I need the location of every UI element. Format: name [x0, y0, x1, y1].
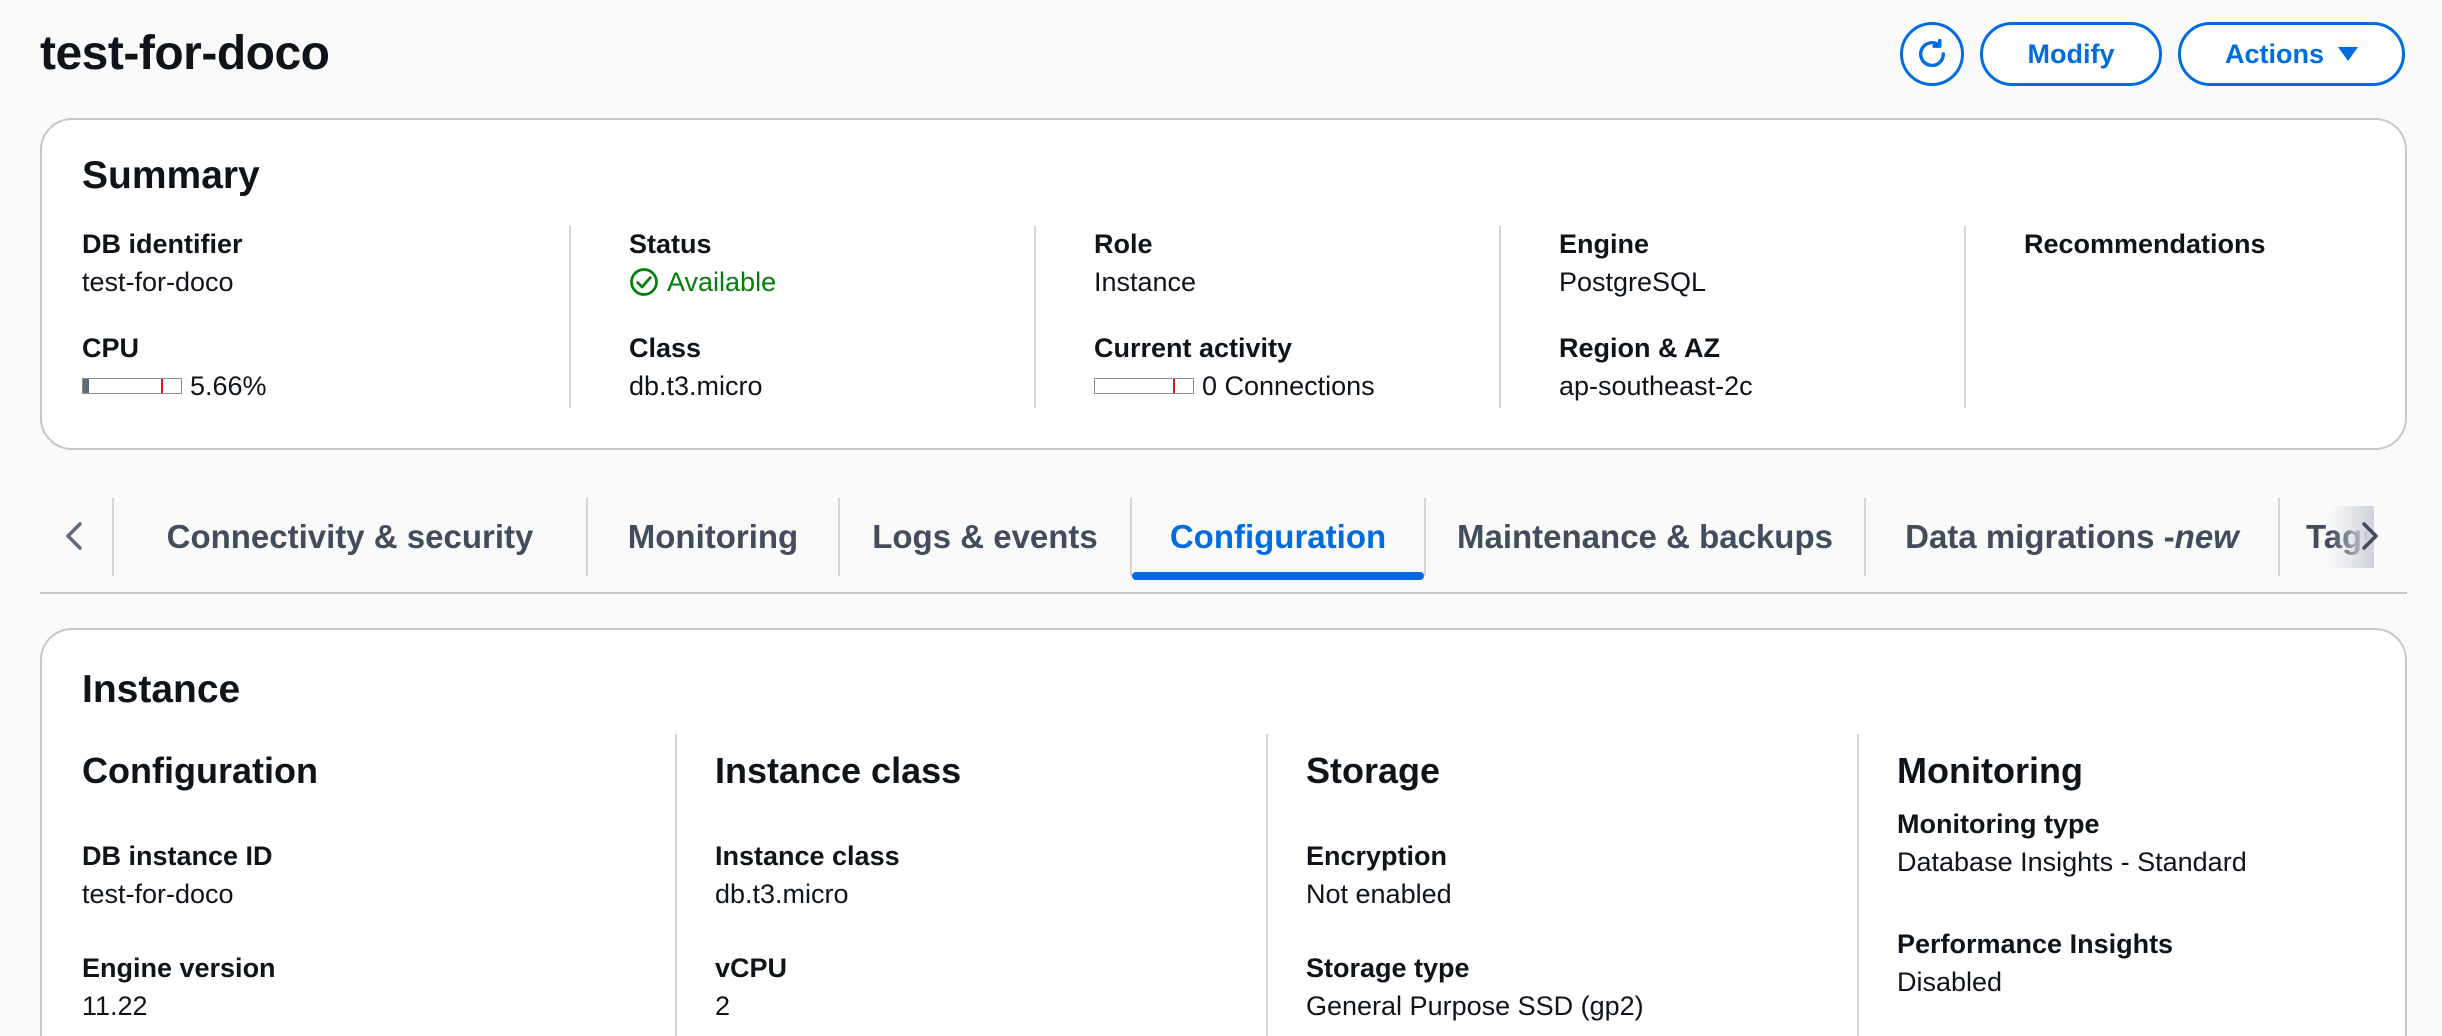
modify-button[interactable]: Modify [1980, 22, 2162, 86]
header-actions: Modify Actions [1900, 22, 2405, 86]
engine-version-field: Engine version 11.22 [82, 950, 276, 1026]
instance-class-column: Instance class Instance class db.t3.micr… [675, 734, 1266, 1036]
db-instance-id-value: test-for-doco [82, 879, 234, 909]
engine-version-value: 11.22 [82, 991, 148, 1021]
actions-button[interactable]: Actions [2178, 22, 2405, 86]
summary-column-status: Status Available Class db.t3.micro [569, 226, 1034, 408]
summary-column-recommendations: Recommendations [1964, 226, 2364, 408]
tab-new-badge: new [2174, 518, 2239, 555]
chevron-left-icon[interactable] [54, 516, 94, 556]
db-identifier-field: DB identifier test-for-doco [82, 226, 243, 302]
monitoring-type-field: Monitoring type Database Insights - Stan… [1897, 806, 2247, 882]
cpu-label: CPU [82, 333, 140, 363]
storage-type-label: Storage type [1306, 953, 1470, 983]
storage-heading: Storage [1306, 750, 1441, 791]
instance-class-field: Instance class db.t3.micro [715, 838, 900, 914]
vcpu-value: 2 [715, 991, 731, 1021]
monitoring-type-label: Monitoring type [1897, 809, 2100, 839]
status-badge: Available [667, 267, 777, 297]
tab-maintenance-backups[interactable]: Maintenance & backups [1426, 498, 1864, 576]
configuration-heading: Configuration [82, 750, 318, 791]
cpu-field: CPU 5.66% [82, 330, 267, 406]
encryption-value: Not enabled [1306, 879, 1452, 909]
performance-insights-field: Performance Insights Disabled [1897, 926, 2173, 1002]
encryption-label: Encryption [1306, 841, 1448, 871]
engine-label: Engine [1559, 229, 1650, 259]
tab-data-migrations-label: Data migrations - [1905, 518, 2175, 555]
db-identifier-value: test-for-doco [82, 267, 234, 297]
current-activity-value: 0 Connections [1202, 371, 1375, 401]
vcpu-label: vCPU [715, 953, 788, 983]
status-label: Status [629, 229, 712, 259]
recommendations-field: Recommendations [2024, 226, 2266, 262]
tab-monitoring[interactable]: Monitoring [588, 498, 838, 576]
tab-data-migrations[interactable]: Data migrations - new [1866, 498, 2278, 576]
encryption-field: Encryption Not enabled [1306, 838, 1452, 914]
chevron-right-icon[interactable] [2350, 516, 2390, 556]
instance-title: Instance [82, 668, 241, 711]
tab-connectivity-security[interactable]: Connectivity & security [114, 498, 586, 576]
storage-column: Storage Encryption Not enabled Storage t… [1266, 734, 1857, 1036]
cpu-meter-fill [83, 379, 89, 393]
engine-field: Engine PostgreSQL [1559, 226, 1706, 302]
region-az-value: ap-southeast-2c [1559, 371, 1753, 401]
tab-logs-events[interactable]: Logs & events [840, 498, 1130, 576]
current-activity-label: Current activity [1094, 333, 1293, 363]
activity-meter [1094, 378, 1194, 394]
activity-meter-threshold [1173, 379, 1175, 393]
summary-card: Summary DB identifier test-for-doco CPU … [40, 118, 2407, 450]
tab-configuration-label: Configuration [1169, 518, 1387, 555]
cpu-value: 5.66% [190, 371, 267, 401]
configuration-column: Configuration DB instance ID test-for-do… [82, 734, 675, 1036]
class-field: Class db.t3.micro [629, 330, 763, 406]
role-field: Role Instance [1094, 226, 1196, 302]
summary-column-identifier: DB identifier test-for-doco CPU 5.66% [82, 226, 569, 408]
summary-column-engine: Engine PostgreSQL Region & AZ ap-southea… [1499, 226, 1964, 408]
monitoring-column: Monitoring Monitoring type Database Insi… [1857, 734, 2367, 1036]
check-circle-icon [630, 268, 658, 296]
storage-type-field: Storage type General Purpose SSD (gp2) [1306, 950, 1644, 1026]
cpu-meter-threshold [161, 379, 163, 393]
summary-title: Summary [82, 154, 260, 197]
summary-column-role: Role Instance Current activity 0 Connect… [1034, 226, 1499, 408]
performance-insights-value: Disabled [1897, 967, 2003, 997]
status-value-row: Available [629, 262, 776, 302]
recommendations-label: Recommendations [2024, 229, 2266, 259]
role-label: Role [1094, 229, 1153, 259]
role-value: Instance [1094, 267, 1197, 297]
db-instance-id-label: DB instance ID [82, 841, 273, 871]
vcpu-field: vCPU 2 [715, 950, 787, 1026]
page-title: test-for-doco [40, 27, 330, 80]
region-az-field: Region & AZ ap-southeast-2c [1559, 330, 1753, 406]
engine-version-label: Engine version [82, 953, 276, 983]
db-instance-id-field: DB instance ID test-for-doco [82, 838, 273, 914]
instance-class-label: Instance class [715, 841, 900, 871]
refresh-button[interactable] [1900, 22, 1964, 86]
refresh-icon [1918, 38, 1946, 68]
class-label: Class [629, 333, 702, 363]
performance-insights-label: Performance Insights [1897, 929, 2174, 959]
db-identifier-label: DB identifier [82, 229, 243, 259]
cpu-value-row: 5.66% [82, 366, 267, 406]
storage-type-value: General Purpose SSD (gp2) [1306, 991, 1644, 1021]
tab-configuration[interactable]: Configuration [1132, 498, 1424, 580]
class-value: db.t3.micro [629, 371, 763, 401]
current-activity-value-row: 0 Connections [1094, 366, 1375, 406]
cpu-meter [82, 378, 182, 394]
instance-class-value: db.t3.micro [715, 879, 849, 909]
tab-bar: Connectivity & security Monitoring Logs … [40, 498, 2407, 594]
engine-value: PostgreSQL [1559, 267, 1707, 297]
actions-button-label: Actions [2224, 38, 2324, 69]
status-field: Status Available [629, 226, 776, 302]
current-activity-field: Current activity 0 Connections [1094, 330, 1375, 406]
monitoring-heading: Monitoring [1897, 750, 2083, 791]
instance-class-heading: Instance class [715, 750, 962, 791]
active-tab-indicator [1132, 572, 1424, 580]
caret-down-icon [2338, 47, 2358, 61]
monitoring-type-value: Database Insights - Standard [1897, 847, 2247, 877]
instance-card: Instance Configuration DB instance ID te… [40, 628, 2407, 1036]
region-az-label: Region & AZ [1559, 333, 1720, 363]
